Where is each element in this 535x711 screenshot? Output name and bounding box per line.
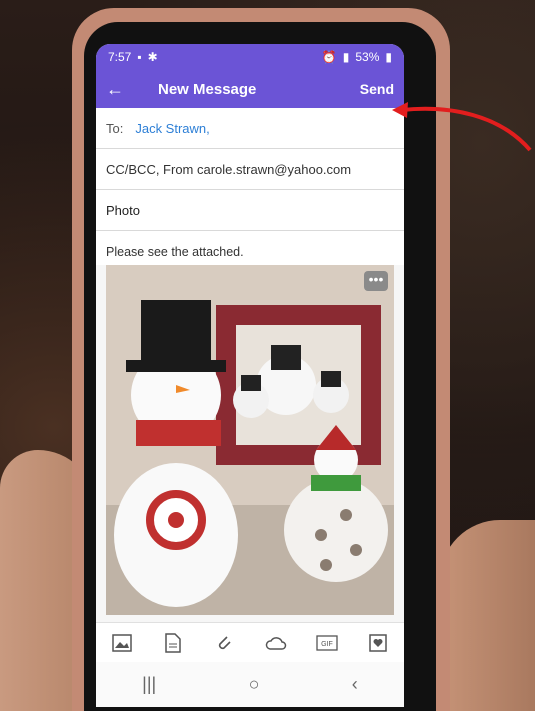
status-time: 7:57 [108, 50, 132, 64]
home-button[interactable]: ○ [249, 674, 260, 695]
subject-text: Photo [106, 202, 140, 218]
compose-toolbar: GIF [96, 622, 404, 663]
attached-photo[interactable]: ••• [106, 265, 394, 615]
signal-icon: ▮ [342, 50, 350, 64]
right-hand [440, 520, 535, 711]
cc-bcc-from-text: CC/BCC, From carole.strawn@yahoo.com [106, 161, 352, 177]
gif-label: GIF [321, 641, 333, 648]
android-nav-bar: ||| ○ ‹ [96, 662, 404, 707]
recipient-chip[interactable]: Jack Strawn, [135, 121, 209, 136]
recents-button[interactable]: ||| [142, 674, 156, 695]
app-header: ← New Message Send [96, 70, 404, 108]
back-arrow-icon[interactable]: ← [106, 79, 136, 100]
battery-icon: ▮ [385, 50, 392, 64]
status-bar: 7:57 ▪ ✱ ⏰ ▮ 53% ▮ [96, 44, 404, 70]
snowman-photo-image [106, 265, 394, 615]
alarm-icon: ⏰ [321, 50, 337, 64]
battery-percent: 53% [355, 50, 380, 64]
to-label: To: [106, 120, 124, 136]
sticker-icon[interactable] [365, 630, 391, 656]
cloud-icon[interactable] [263, 630, 289, 656]
page-title: New Message [158, 80, 257, 98]
to-field[interactable]: To: Jack Strawn, [96, 108, 404, 149]
gif-icon[interactable]: GIF [314, 630, 340, 656]
phone-screen: 7:57 ▪ ✱ ⏰ ▮ 53% ▮ ← New Message Send To… [96, 44, 404, 707]
image-icon[interactable] [109, 630, 135, 656]
bluetooth-icon: ✱ [147, 50, 158, 64]
cc-bcc-field[interactable]: CC/BCC, From carole.strawn@yahoo.com [96, 149, 404, 190]
paperclip-icon[interactable] [211, 630, 237, 656]
message-body[interactable]: Please see the attached. [96, 231, 404, 265]
subject-field[interactable]: Photo [96, 190, 404, 231]
document-icon[interactable] [160, 630, 186, 656]
more-options-icon[interactable]: ••• [364, 271, 388, 291]
message-icon: ▪ [137, 50, 142, 64]
red-arrow-annotation [392, 102, 532, 152]
nav-back-button[interactable]: ‹ [352, 674, 358, 695]
